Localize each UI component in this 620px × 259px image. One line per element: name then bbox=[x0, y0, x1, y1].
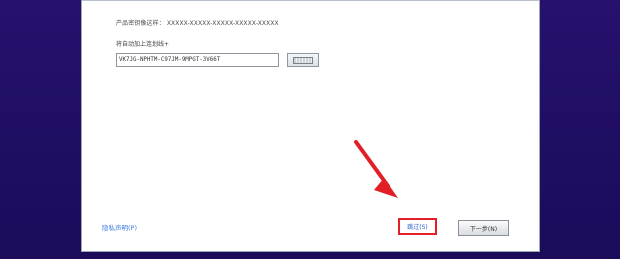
product-key-format-hint: 产品密钥像这样： XXXXX-XXXXX-XXXXX-XXXXX-XXXXX bbox=[116, 18, 279, 27]
keyboard-icon bbox=[293, 56, 313, 64]
skip-button[interactable]: 跳过(S) bbox=[398, 218, 437, 235]
auto-dash-label: 将自动加上连划线+ bbox=[116, 41, 170, 48]
product-key-section: 产品密钥像这样： XXXXX-XXXXX-XXXXX-XXXXX-XXXXX 将… bbox=[116, 15, 506, 95]
next-button[interactable]: 下一步(N) bbox=[458, 220, 509, 236]
product-key-input[interactable]: VK7JG-NPHTM-C97JM-9MPGT-3V66T bbox=[116, 53, 279, 67]
product-key-hint-label: 产品密钥像这样： bbox=[116, 20, 165, 27]
red-arrow-icon bbox=[354, 140, 398, 198]
product-key-format: XXXXX-XXXXX-XXXXX-XXXXX-XXXXX bbox=[166, 20, 279, 27]
on-screen-keyboard-button[interactable] bbox=[287, 53, 319, 67]
privacy-statement-link[interactable]: 隐私声明(P) bbox=[102, 222, 137, 232]
next-button-label: 下一步(N) bbox=[469, 225, 498, 233]
skip-button-label: 跳过(S) bbox=[407, 224, 428, 231]
